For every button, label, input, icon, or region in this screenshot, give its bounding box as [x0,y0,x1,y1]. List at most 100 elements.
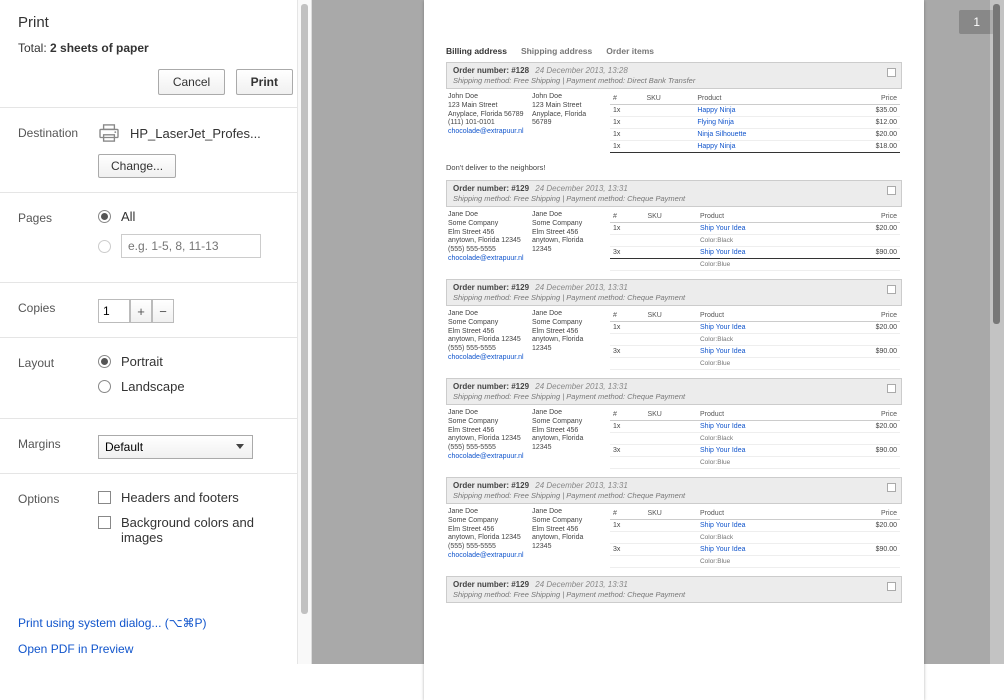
order-header: Order number: #129 24 December 2013, 13:… [446,378,902,405]
section-copies: Copies + − [0,283,311,338]
copies-plus-button[interactable]: + [130,299,152,323]
open-preview-link[interactable]: Open PDF in Preview [18,642,207,656]
items-table: #SKUProductPrice 1xShip Your Idea$20.00C… [610,211,900,271]
bottom-links: Print using system dialog... (⌥⌘P) Open … [0,598,225,664]
total-prefix: Total: [18,41,50,55]
pages-range-radio[interactable] [98,240,111,253]
background-label: Background colors and images [121,515,293,545]
items-table: #SKUProductPrice 1xShip Your Idea$20.00C… [610,310,900,370]
order-sub: Shipping method: Free Shipping | Payment… [453,293,895,302]
sidebar-header: Print Total: 2 sheets of paper Cancel Pr… [0,0,311,108]
preview-page: Billing address Shipping address Order i… [424,0,924,700]
order-date: 24 December 2013, 13:28 [535,66,628,75]
pages-range-input[interactable] [121,234,261,258]
order-header: Order number: #129 24 December 2013, 13:… [446,477,902,504]
layout-portrait-radio[interactable] [98,355,111,368]
items-table: #SKUProductPrice 1xShip Your Idea$20.00C… [610,409,900,469]
margins-select[interactable]: Default [98,435,253,459]
order-checkbox[interactable] [887,285,896,294]
order-number: Order number: #129 [453,184,529,193]
preview-scrollbar[interactable] [990,0,1004,664]
shipping-address: Jane DoeSome CompanyElm Street 456anytow… [532,508,602,568]
copies-stepper: + − [98,299,293,323]
print-button[interactable]: Print [236,69,293,95]
items-table: #SKUProductPrice 1xHappy Ninja$35.001xFl… [610,93,900,153]
billing-address: Jane DoeSome CompanyElm Street 456anytow… [448,508,524,568]
order-checkbox[interactable] [887,186,896,195]
button-row: Cancel Print [18,69,293,95]
section-pages: Pages All [0,193,311,283]
shipping-address: Jane DoeSome CompanyElm Street 456anytow… [532,310,602,370]
order-header: Order number: #129 24 December 2013, 13:… [446,279,902,306]
order-sub: Shipping method: Free Shipping | Payment… [453,392,895,401]
tab-items: Order items [606,46,654,56]
total-line: Total: 2 sheets of paper [18,41,293,55]
printer-icon [98,124,120,142]
order-checkbox[interactable] [887,483,896,492]
billing-address: Jane DoeSome CompanyElm Street 456anytow… [448,409,524,469]
headers-checkbox[interactable] [98,491,111,504]
sidebar-scrollbar[interactable] [297,0,311,664]
shipping-address: Jane DoeSome CompanyElm Street 456anytow… [532,409,602,469]
customer-note: Don't deliver to the neighbors! [446,161,902,174]
background-checkbox[interactable] [98,516,111,529]
section-margins: Margins Default [0,419,311,474]
print-sidebar: Print Total: 2 sheets of paper Cancel Pr… [0,0,312,664]
billing-address: Jane DoeSome CompanyElm Street 456anytow… [448,211,524,271]
change-button[interactable]: Change... [98,154,176,178]
copies-minus-button[interactable]: − [152,299,174,323]
order-number: Order number: #128 [453,66,529,75]
order-block: Order number: #128 24 December 2013, 13:… [446,62,902,155]
order-number: Order number: #129 [453,382,529,391]
order-header: Order number: #129 24 December 2013, 13:… [446,180,902,207]
order-date: 24 December 2013, 13:31 [535,481,628,490]
billing-address: Jane DoeSome CompanyElm Street 456anytow… [448,310,524,370]
tab-billing: Billing address [446,46,507,56]
system-dialog-link[interactable]: Print using system dialog... (⌥⌘P) [18,616,207,630]
order-sub: Shipping method: Free Shipping | Payment… [453,76,895,85]
destination-label: Destination [18,124,98,178]
order-block: Order number: #129 24 December 2013, 13:… [446,477,902,570]
pages-all-radio[interactable] [98,210,111,223]
pages-label: Pages [18,209,98,268]
order-checkbox[interactable] [887,68,896,77]
pages-all-label: All [121,209,135,224]
margins-value: Default [105,440,143,454]
page-indicator: 1 [959,10,994,34]
order-date: 24 December 2013, 13:31 [535,382,628,391]
headers-label: Headers and footers [121,490,239,505]
order-number: Order number: #129 [453,283,529,292]
order-block: Order number: #129 24 December 2013, 13:… [446,378,902,471]
order-header: Order number: #129 24 December 2013, 13:… [446,576,902,603]
section-options: Options Headers and footers Background c… [0,474,311,569]
order-number: Order number: #129 [453,481,529,490]
copies-label: Copies [18,299,98,323]
layout-landscape-radio[interactable] [98,380,111,393]
items-table: #SKUProductPrice 1xShip Your Idea$20.00C… [610,508,900,568]
shipping-address: John Doe123 Main StreetAnyplace, Florida… [532,93,602,153]
layout-landscape-label: Landscape [121,379,185,394]
shipping-address: Jane DoeSome CompanyElm Street 456anytow… [532,211,602,271]
order-sub: Shipping method: Free Shipping | Payment… [453,194,895,203]
order-sub: Shipping method: Free Shipping | Payment… [453,491,895,500]
order-block: Order number: #129 24 December 2013, 13:… [446,180,902,273]
layout-label: Layout [18,354,98,404]
margins-label: Margins [18,435,98,459]
caret-down-icon [236,444,244,449]
order-block: Order number: #129 24 December 2013, 13:… [446,279,902,372]
layout-portrait-label: Portrait [121,354,163,369]
section-destination: Destination HP_LaserJet_Profes... Change… [0,108,311,193]
print-title: Print [18,14,293,31]
preview-area: 1 Billing address Shipping address Order… [312,0,1004,664]
order-checkbox[interactable] [887,582,896,591]
destination-value: HP_LaserJet_Profes... [130,126,261,141]
tab-shipping: Shipping address [521,46,592,56]
options-label: Options [18,490,98,555]
copies-input[interactable] [98,299,130,323]
cancel-button[interactable]: Cancel [158,69,225,95]
order-checkbox[interactable] [887,384,896,393]
order-date: 24 December 2013, 13:31 [535,184,628,193]
order-date: 24 December 2013, 13:31 [535,283,628,292]
order-header: Order number: #128 24 December 2013, 13:… [446,62,902,89]
section-layout: Layout Portrait Landscape [0,338,311,419]
